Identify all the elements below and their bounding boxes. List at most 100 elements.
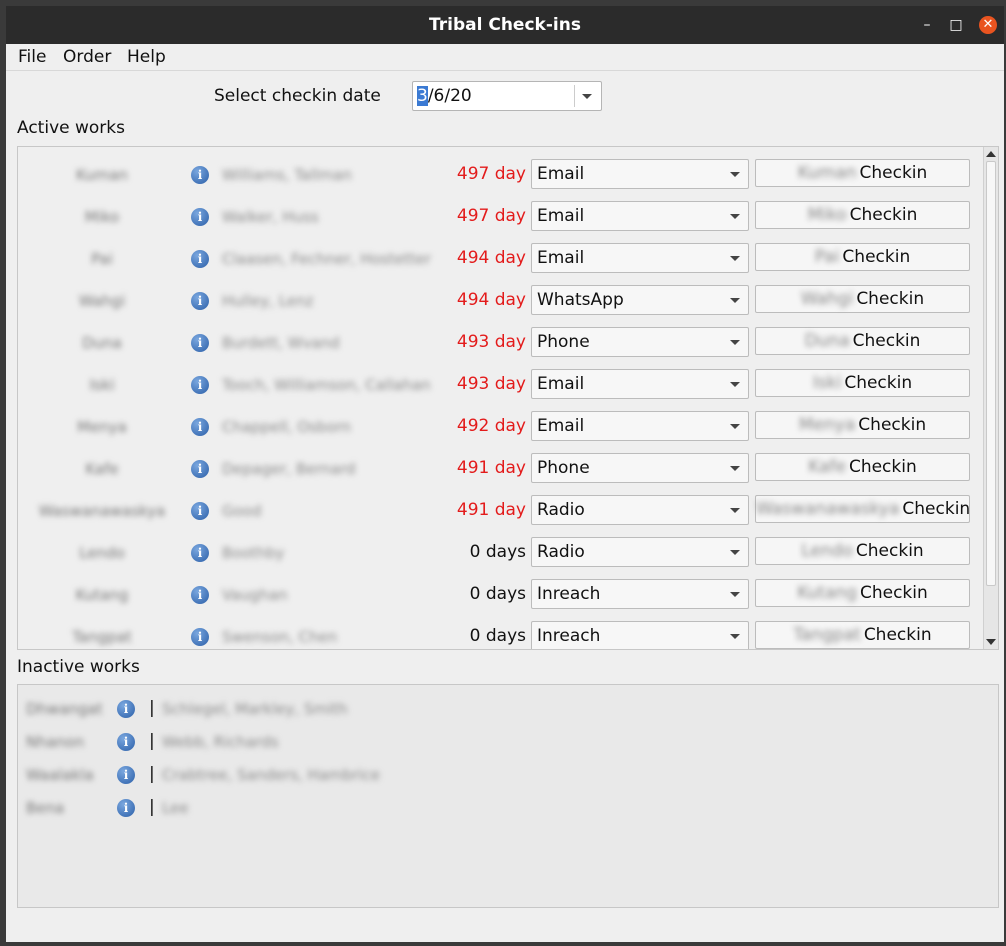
scroll-up-icon[interactable] xyxy=(986,151,996,157)
checkin-button[interactable]: Kutang Checkin xyxy=(755,579,970,607)
menu-help[interactable]: Help xyxy=(127,47,166,67)
info-icon[interactable]: i xyxy=(191,334,209,352)
list-item: Nhanon i | Webb, Richards xyxy=(18,726,988,759)
checkin-button[interactable]: Waswanawaskya Checkin xyxy=(755,495,970,523)
chevron-down-icon[interactable] xyxy=(730,172,740,177)
checkin-button-name: Duna xyxy=(804,331,850,351)
info-icon[interactable]: i xyxy=(191,586,209,604)
contact-method-value: Inreach xyxy=(537,584,601,604)
checkin-button[interactable]: Miko Checkin xyxy=(755,201,970,229)
checkin-button[interactable]: Iski Checkin xyxy=(755,369,970,397)
checkin-button[interactable]: Wahgi Checkin xyxy=(755,285,970,313)
contact-method-select[interactable]: Email xyxy=(531,201,749,231)
close-icon[interactable]: ✕ xyxy=(979,16,997,34)
checkin-button[interactable]: Tangpat Checkin xyxy=(755,621,970,649)
info-icon[interactable]: i xyxy=(191,418,209,436)
info-icon[interactable]: i xyxy=(191,292,209,310)
days-since-checkin: 497 day xyxy=(456,164,526,184)
title-bar[interactable]: Tribal Check-ins – □ ✕ xyxy=(6,6,1004,44)
separator: | xyxy=(149,731,155,751)
checkin-button[interactable]: Kuman Checkin xyxy=(755,159,970,187)
checkin-button-name: Iski xyxy=(812,373,842,393)
info-icon[interactable]: i xyxy=(117,700,135,718)
info-icon[interactable]: i xyxy=(117,799,135,817)
work-names: Vaughan xyxy=(222,586,288,604)
checkin-button[interactable]: Duna Checkin xyxy=(755,327,970,355)
contact-method-select[interactable]: Email xyxy=(531,243,749,273)
table-row: Miko i Walker, Huss 497 day Email Miko Checkin xyxy=(18,197,984,239)
contact-method-select[interactable]: Phone xyxy=(531,327,749,357)
contact-method-select[interactable]: Inreach xyxy=(531,579,749,609)
work-names: Walker, Huss xyxy=(222,208,319,226)
checkin-button-label: Checkin xyxy=(863,625,932,645)
separator: | xyxy=(149,764,155,784)
info-icon[interactable]: i xyxy=(191,208,209,226)
chevron-down-icon[interactable] xyxy=(730,508,740,513)
active-works-scrollbar[interactable] xyxy=(983,147,998,649)
contact-method-select[interactable]: Email xyxy=(531,159,749,189)
work-nickname: Pai xyxy=(91,250,113,268)
checkin-date-select[interactable]: 3/6/20 xyxy=(412,81,602,111)
menu-file[interactable]: File xyxy=(18,47,46,67)
scroll-down-icon[interactable] xyxy=(986,639,996,645)
separator: | xyxy=(149,698,155,718)
table-row: Tangpat i Swenson, Chen 0 days Inreach Tangpa… xyxy=(18,617,984,649)
work-nickname: Duna xyxy=(82,334,122,352)
menu-order[interactable]: Order xyxy=(63,47,111,67)
app-window: Tribal Check-ins – □ ✕ File Order Help S… xyxy=(6,6,1004,942)
chevron-down-icon[interactable] xyxy=(730,592,740,597)
work-names: Schlegel, Markley, Smith xyxy=(162,700,348,718)
checkin-button[interactable]: Pai Checkin xyxy=(755,243,970,271)
chevron-down-icon[interactable] xyxy=(730,550,740,555)
contact-method-value: Email xyxy=(537,206,585,226)
work-names: Webb, Richards xyxy=(162,733,279,751)
chevron-down-icon[interactable] xyxy=(730,256,740,261)
info-icon[interactable]: i xyxy=(191,502,209,520)
chevron-down-icon[interactable] xyxy=(730,466,740,471)
maximize-icon[interactable]: □ xyxy=(947,16,965,34)
contact-method-select[interactable]: WhatsApp xyxy=(531,285,749,315)
chevron-down-icon[interactable] xyxy=(730,634,740,639)
checkin-button-name: Waswanawaskya xyxy=(756,499,900,519)
contact-method-select[interactable]: Phone xyxy=(531,453,749,483)
contact-method-select[interactable]: Radio xyxy=(531,495,749,525)
info-icon[interactable]: i xyxy=(191,166,209,184)
minimize-icon[interactable]: – xyxy=(918,16,936,34)
work-nickname: Bena xyxy=(26,799,65,817)
info-icon[interactable]: i xyxy=(191,250,209,268)
contact-method-select[interactable]: Radio xyxy=(531,537,749,567)
window-title: Tribal Check-ins xyxy=(429,15,581,35)
inactive-works-list: Dhwangat i | Schlegel, Markley, Smith Nhanon… xyxy=(17,684,999,908)
chevron-down-icon[interactable] xyxy=(730,340,740,345)
inactive-works-label: Inactive works xyxy=(17,657,140,677)
info-icon[interactable]: i xyxy=(191,376,209,394)
contact-method-select[interactable]: Email xyxy=(531,369,749,399)
chevron-down-icon[interactable] xyxy=(730,424,740,429)
chevron-down-icon[interactable] xyxy=(730,382,740,387)
work-names: Claasen, Fechner, Hostetter xyxy=(222,250,431,268)
chevron-down-icon[interactable] xyxy=(730,298,740,303)
chevron-down-icon[interactable] xyxy=(730,214,740,219)
contact-method-select[interactable]: Email xyxy=(531,411,749,441)
checkin-button-name: Menya xyxy=(798,415,856,435)
checkin-button[interactable]: Kafe Checkin xyxy=(755,453,970,481)
days-since-checkin: 492 day xyxy=(456,416,526,436)
contact-method-value: Inreach xyxy=(537,626,601,646)
active-works-list: Kuman i Williams, Tallman 497 day Email Kuman… xyxy=(17,146,999,650)
checkin-date-value[interactable]: 3/6/20 xyxy=(417,86,472,106)
days-since-checkin: 493 day xyxy=(456,374,526,394)
info-icon[interactable]: i xyxy=(191,544,209,562)
chevron-down-icon[interactable] xyxy=(582,94,592,99)
list-item: Waalakla i | Crabtree, Sanders, Hambrice xyxy=(18,759,988,792)
scrollbar-thumb[interactable] xyxy=(986,161,996,586)
work-nickname: Kuman xyxy=(76,166,128,184)
info-icon[interactable]: i xyxy=(191,628,209,646)
info-icon[interactable]: i xyxy=(117,766,135,784)
info-icon[interactable]: i xyxy=(117,733,135,751)
info-icon[interactable]: i xyxy=(191,460,209,478)
contact-method-select[interactable]: Inreach xyxy=(531,621,749,649)
checkin-button[interactable]: Lendo Checkin xyxy=(755,537,970,565)
contact-method-value: WhatsApp xyxy=(537,290,624,310)
checkin-button[interactable]: Menya Checkin xyxy=(755,411,970,439)
checkin-button-label: Checkin xyxy=(856,289,925,309)
